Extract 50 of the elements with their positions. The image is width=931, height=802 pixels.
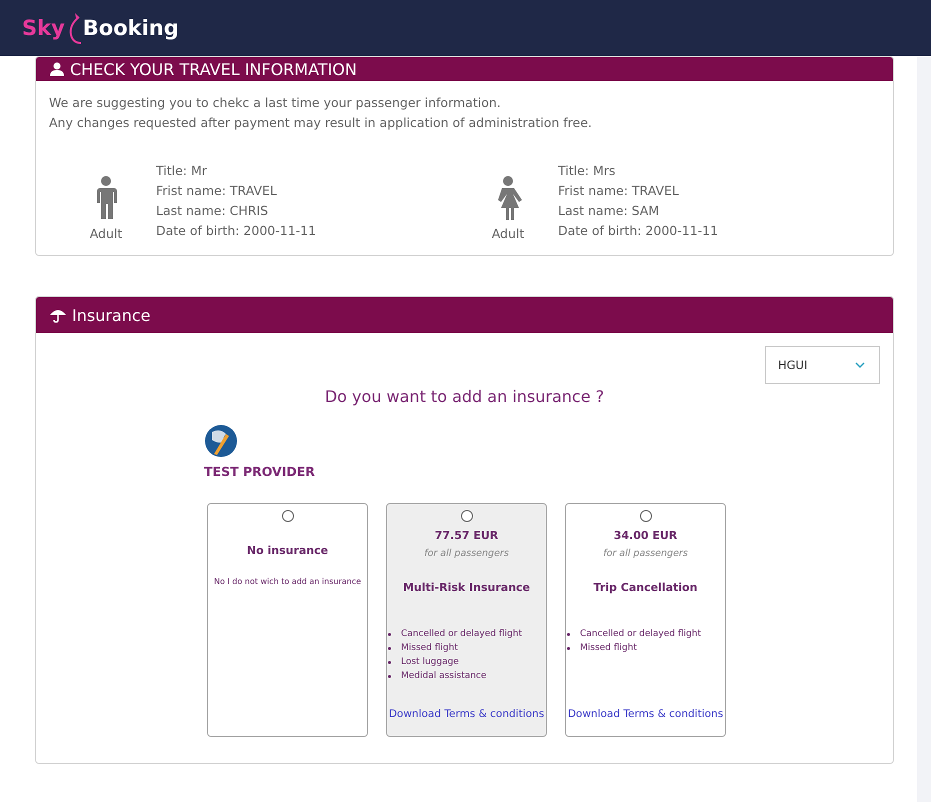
price-note: for all passengers [603, 548, 688, 559]
feature-text: Cancelled or delayed flight [580, 628, 701, 641]
option-price: 34.00 EUR [614, 529, 678, 542]
passenger-detail: Date of birth: 2000-11-11 [558, 222, 718, 240]
feature-text: Cancelled or delayed flight [401, 628, 522, 641]
passenger-detail: Title: Mr [156, 162, 208, 180]
passenger-detail: Last name: CHRIS [156, 202, 270, 220]
option-price: 77.57 EUR [434, 529, 498, 542]
bullet-icon [388, 675, 391, 678]
option-name: Multi-Risk Insurance [402, 581, 530, 594]
insurance-option[interactable]: No insurance No I do not wich to add an insurance [207, 503, 368, 737]
passenger-detail: Last name: SAM [558, 202, 660, 220]
feature-text: Missed flight [580, 642, 637, 655]
chevron-down-icon [855, 362, 865, 368]
logo[interactable]: Sky Booking [22, 11, 179, 45]
passenger-type: Adult [90, 226, 122, 241]
bullet-icon [388, 661, 391, 664]
passenger-detail: Frist name: TRAVEL [558, 182, 680, 200]
insurance-option[interactable]: 34.00 EUR for all passengers Trip Cancellation Cancelled or delayed flight Missed flight Download Terms & conditions [565, 503, 726, 737]
section-title: CHECK YOUR TRAVEL INFORMATION [70, 60, 357, 78]
insurance-option[interactable]: 77.57 EUR for all passengers Multi-Risk Insurance Cancelled or delayed flight Missed flight Lost luggage Medidal assistance Download Terms & conditions [386, 503, 547, 737]
radio-button[interactable] [282, 510, 294, 522]
question-text: Do you want to add an insurance ? [324, 387, 606, 406]
radio-button[interactable] [460, 510, 472, 522]
option-description: No I do not wich to add an insurance [214, 577, 362, 586]
bullet-icon [567, 647, 570, 650]
passenger-detail: Frist name: TRAVEL [156, 182, 278, 200]
terms-link[interactable]: Download Terms & conditions [388, 708, 544, 720]
bullet-icon [567, 633, 570, 636]
feature-text: Lost luggage [401, 656, 459, 669]
option-name: Trip Cancellation [594, 581, 698, 594]
umbrella-icon [50, 307, 66, 323]
user-icon [50, 62, 64, 76]
terms-link[interactable]: Download Terms & conditions [568, 708, 724, 720]
bullet-icon [388, 633, 391, 636]
price-note: for all passengers [424, 548, 509, 559]
option-name: No insurance [246, 544, 328, 557]
man-icon [95, 176, 117, 220]
feature-text: Missed flight [401, 642, 458, 655]
passenger-type: Adult [492, 226, 524, 241]
radio-button[interactable] [640, 510, 652, 522]
section-title: Insurance [72, 306, 150, 324]
bullet-icon [388, 647, 391, 650]
provider-select[interactable]: HGUI [765, 346, 880, 384]
intro-text: We are suggesting you to chekc a last time your passenger information. [49, 94, 502, 112]
passenger-detail: Date of birth: 2000-11-11 [156, 222, 316, 240]
feature-text: Medidal assistance [401, 670, 486, 683]
provider-name: TEST PROVIDER [204, 464, 315, 479]
passenger-detail: Title: Mrs [558, 162, 616, 180]
intro-text: Any changes requested after payment may result in application of administration free. [49, 114, 593, 132]
